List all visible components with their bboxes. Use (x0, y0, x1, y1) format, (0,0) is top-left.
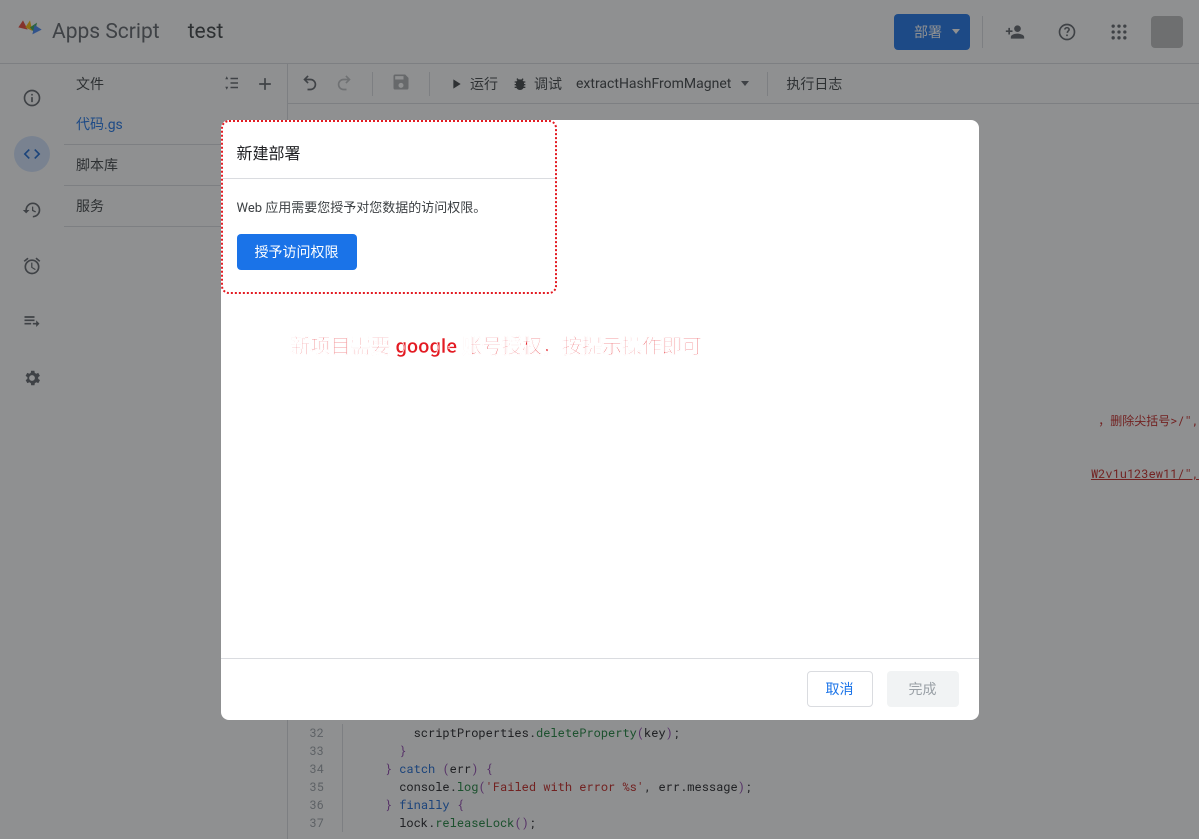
auth-message: Web 应用需要您授予对您数据的访问权限。 (237, 197, 541, 216)
done-button: 完成 (887, 671, 959, 707)
authorize-button[interactable]: 授予访问权限 (237, 234, 357, 270)
annotation-text: 新项目需要 google 账号授权，按提示操作即可 (291, 330, 702, 359)
new-deployment-dialog: 新建部署 Web 应用需要您授予对您数据的访问权限。 授予访问权限 新项目需要 … (221, 120, 979, 720)
cancel-button[interactable]: 取消 (807, 671, 873, 707)
auth-prompt-box: 新建部署 Web 应用需要您授予对您数据的访问权限。 授予访问权限 (221, 120, 557, 294)
dialog-title: 新建部署 (237, 140, 541, 178)
modal-overlay: 新建部署 Web 应用需要您授予对您数据的访问权限。 授予访问权限 新项目需要 … (0, 0, 1199, 839)
